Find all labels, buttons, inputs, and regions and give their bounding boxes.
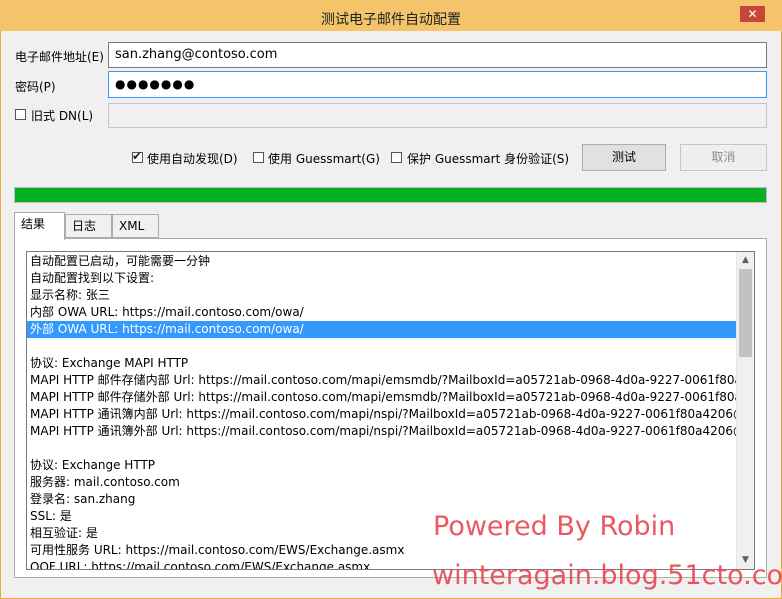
- password-field[interactable]: ●●●●●●●: [108, 71, 767, 98]
- progress-fill: [15, 188, 766, 202]
- watermark-line-2: winteragain.blog.51cto.com: [432, 560, 782, 591]
- result-line: 服务器: mail.contoso.com: [30, 475, 180, 489]
- check-icon: ✔: [132, 149, 143, 163]
- secure-guessmart-checkbox[interactable]: [391, 152, 402, 163]
- progress-bar: [14, 187, 767, 203]
- guessmart-label: 使用 Guessmart(G): [268, 152, 380, 166]
- scroll-thumb[interactable]: [739, 269, 752, 357]
- tab-results-label: 结果: [21, 217, 46, 231]
- tab-results[interactable]: 结果: [14, 212, 65, 240]
- title-bar[interactable]: 测试电子邮件自动配置 ✕: [0, 6, 782, 31]
- result-line: 显示名称: 张三: [30, 288, 110, 302]
- tab-xml[interactable]: XML: [112, 214, 159, 238]
- result-line: MAPI HTTP 邮件存储内部 Url: https://mail.conto…: [30, 373, 738, 387]
- result-line: MAPI HTTP 邮件存储外部 Url: https://mail.conto…: [30, 390, 738, 404]
- autodiscover-checkbox[interactable]: ✔: [132, 149, 143, 163]
- tab-log[interactable]: 日志: [65, 214, 112, 238]
- window-title: 测试电子邮件自动配置: [321, 12, 461, 28]
- autodiscover-label: 使用自动发现(D): [147, 152, 238, 166]
- legacy-dn-field[interactable]: [108, 103, 767, 128]
- result-line: 可用性服务 URL: https://mail.contoso.com/EWS/…: [30, 543, 405, 557]
- password-label: 密码(P): [15, 80, 56, 94]
- result-line: [27, 338, 738, 355]
- result-line: 登录名: san.zhang: [30, 492, 136, 506]
- tab-log-label: 日志: [72, 219, 97, 233]
- guessmart-checkbox[interactable]: [253, 152, 264, 163]
- legacy-dn-checkbox[interactable]: [15, 109, 26, 120]
- password-value: ●●●●●●●: [115, 77, 196, 91]
- result-line: 协议: Exchange MAPI HTTP: [30, 356, 189, 370]
- legacy-dn-label: 旧式 DN(L): [31, 109, 94, 123]
- result-line: 内部 OWA URL: https://mail.contoso.com/owa…: [30, 305, 304, 319]
- result-line: MAPI HTTP 通讯簿外部 Url: https://mail.contos…: [30, 424, 738, 438]
- cancel-button[interactable]: 取消: [680, 144, 767, 171]
- result-line: 协议: Exchange HTTP: [30, 458, 156, 472]
- close-button[interactable]: ✕: [740, 6, 765, 22]
- result-line: MAPI HTTP 通讯簿内部 Url: https://mail.contos…: [30, 407, 738, 421]
- email-label: 电子邮件地址(E): [15, 50, 104, 64]
- close-icon: ✕: [747, 7, 758, 21]
- result-line: 自动配置已启动，可能需要一分钟: [30, 254, 211, 268]
- tab-xml-label: XML: [119, 219, 145, 233]
- scroll-up-icon[interactable]: ▲: [737, 252, 754, 269]
- result-line: [27, 440, 738, 457]
- vertical-scrollbar[interactable]: ▲ ▼: [736, 252, 754, 569]
- test-button[interactable]: 测试: [582, 144, 666, 171]
- result-line: 外部 OWA URL: https://mail.contoso.com/owa…: [27, 321, 738, 338]
- email-field[interactable]: san.zhang@contoso.com: [108, 42, 767, 68]
- result-line: 自动配置找到以下设置:: [30, 271, 155, 285]
- secure-guessmart-label: 保护 Guessmart 身份验证(S): [407, 152, 570, 166]
- watermark-line-1: Powered By Robin: [433, 511, 676, 542]
- email-value: san.zhang@contoso.com: [115, 47, 278, 62]
